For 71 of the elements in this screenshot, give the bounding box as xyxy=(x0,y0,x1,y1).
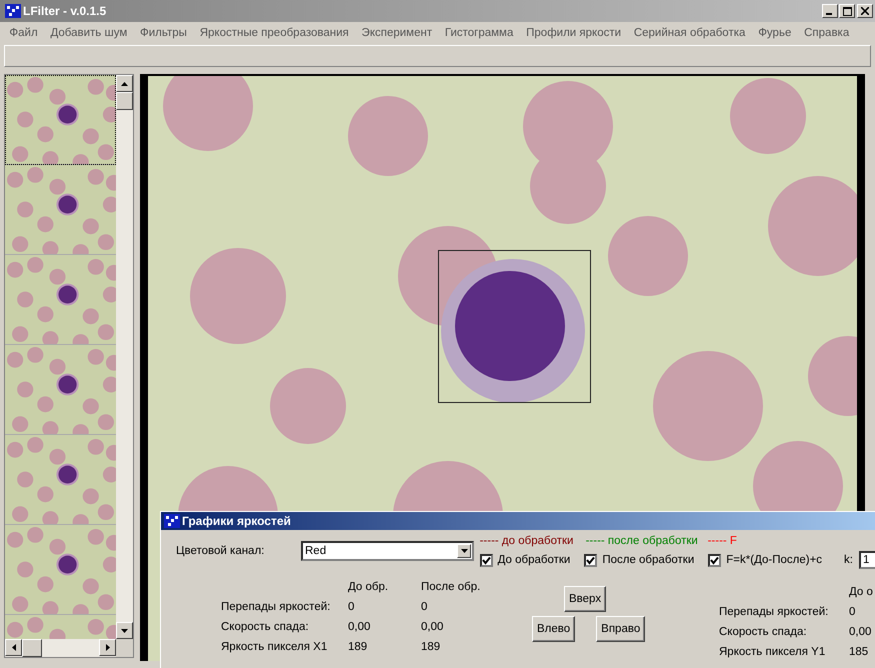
selection-rectangle[interactable] xyxy=(438,250,591,403)
left-arrow-icon[interactable] xyxy=(12,644,16,651)
minimize-button[interactable] xyxy=(822,4,838,18)
thumbnail[interactable] xyxy=(5,435,116,525)
row-label: Перепады яркостей: xyxy=(221,601,332,613)
row-label: Перепады яркостей: xyxy=(719,606,830,618)
menu-item[interactable]: Серийная обработка xyxy=(627,27,752,39)
checkbox-box[interactable] xyxy=(708,554,722,566)
checkbox[interactable]: После обработки xyxy=(584,554,694,566)
thumbnail[interactable] xyxy=(5,165,116,255)
menu-item[interactable]: Яркостные преобразования xyxy=(193,27,356,39)
checkbox-label: До обработки xyxy=(498,554,570,566)
thumbnail[interactable] xyxy=(5,255,116,345)
checkbox-label: F=k*(До-После)+c xyxy=(726,554,822,566)
horizontal-scrollbar[interactable] xyxy=(5,639,116,657)
table-cell-text: 0,00 xyxy=(421,621,444,633)
dialog-title: Графики яркостей xyxy=(182,514,291,528)
menu-item[interactable]: Фурье xyxy=(752,27,798,39)
menu-item[interactable]: Добавить шум xyxy=(44,27,134,39)
close-icon xyxy=(861,7,869,15)
up-arrow-icon[interactable] xyxy=(121,82,128,86)
checkbox-box[interactable] xyxy=(480,554,493,566)
app-icon xyxy=(164,514,180,528)
column-header: До обр. xyxy=(348,581,390,593)
thumbnail[interactable] xyxy=(5,345,116,435)
table-cell-text: 189 xyxy=(348,641,368,653)
window-title: LFilter - v.0.1.5 xyxy=(23,4,106,18)
table-cell-text: 0 xyxy=(348,601,356,613)
menu-item[interactable]: Профили яркости xyxy=(520,27,628,39)
close-button[interactable] xyxy=(857,4,873,18)
k-label: k: xyxy=(844,554,853,566)
legend-item: ----- после обработки xyxy=(586,535,699,547)
row-label: Яркость пикселя Y1 xyxy=(719,646,826,658)
right-arrow-icon[interactable] xyxy=(106,644,110,651)
checkbox-label: После обработки xyxy=(602,554,694,566)
table-cell-text: 189 xyxy=(421,641,442,653)
dropdown-arrow-icon[interactable] xyxy=(460,549,468,553)
app-icon xyxy=(5,4,21,18)
up-button[interactable]: Вверх xyxy=(564,586,606,612)
column-header: После обр. xyxy=(421,581,482,593)
table-cell-text: 0 xyxy=(849,606,856,618)
scrollbar-thumb[interactable] xyxy=(22,639,42,657)
table-cell-text: 0 xyxy=(421,601,428,613)
channel-label: Цветовой канал: xyxy=(176,545,266,557)
checkbox[interactable]: До обработки xyxy=(480,554,570,566)
row-label: Скорость спада: xyxy=(221,621,310,633)
checkbox-box[interactable] xyxy=(584,554,598,566)
right-button[interactable]: Вправо xyxy=(596,616,646,642)
menu-item[interactable]: Эксперимент xyxy=(355,27,438,39)
checkbox[interactable]: F=k*(До-После)+c xyxy=(708,554,822,566)
legend-item: ----- F xyxy=(708,535,737,547)
table-cell-text: 0,00 xyxy=(849,626,872,638)
left-button[interactable]: Влево xyxy=(532,616,576,642)
vertical-scrollbar[interactable] xyxy=(116,75,133,639)
down-arrow-icon[interactable] xyxy=(121,628,128,632)
menu-item[interactable]: Фильтры xyxy=(134,27,194,39)
channel-dropdown[interactable]: Red xyxy=(301,541,474,561)
row-label: Скорость спада: xyxy=(719,626,808,638)
maximize-button[interactable] xyxy=(839,4,855,18)
legend-item: ----- до обработки xyxy=(480,535,574,547)
menu-item[interactable]: Гистограмма xyxy=(438,27,520,39)
row-label: Яркость пикселя X1 xyxy=(221,641,328,653)
menu-item[interactable]: Справка xyxy=(798,27,856,39)
scrollbar-thumb[interactable] xyxy=(116,92,133,110)
k-input-field[interactable]: 1 xyxy=(859,551,875,569)
menu-item[interactable]: Файл xyxy=(3,27,44,39)
table-cell-text: 0,00 xyxy=(348,621,372,633)
thumbnail[interactable] xyxy=(5,75,116,165)
maximize-icon xyxy=(842,6,852,16)
table-cell-text: 185 xyxy=(849,646,870,658)
column-header: До о xyxy=(849,586,874,598)
